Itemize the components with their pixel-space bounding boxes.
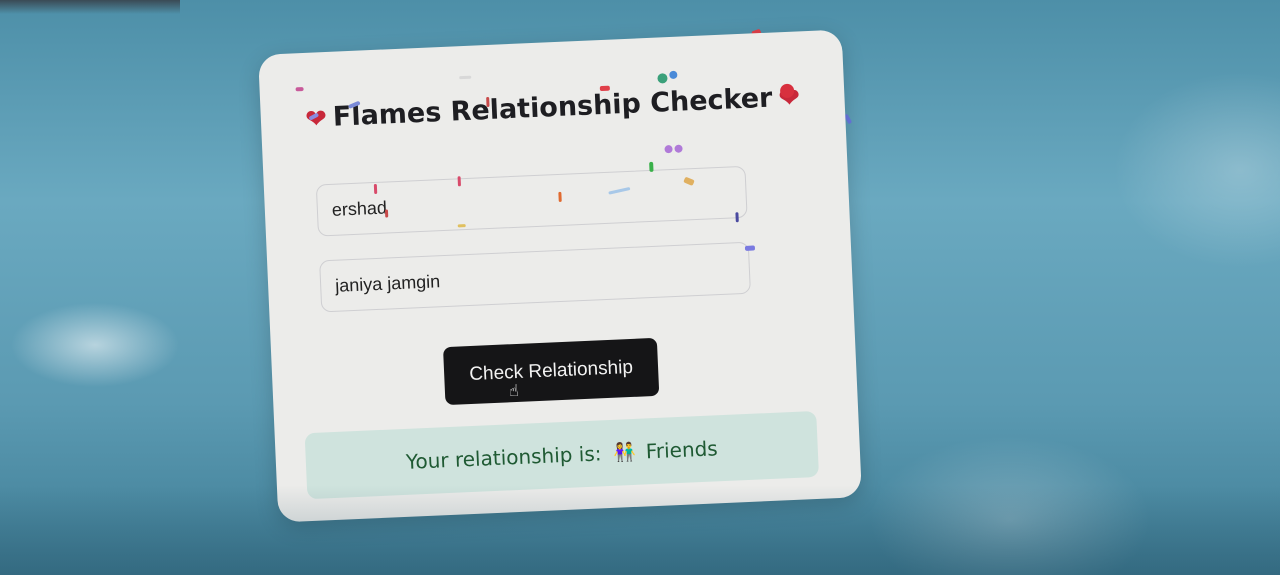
confetti-piece [735,212,739,223]
confetti-piece [384,209,389,218]
flames-card: ❤Flames Relationship Checker❤ Check Rela… [258,29,862,523]
confetti-piece [599,85,610,92]
result-label: Your relationship is: [405,441,602,474]
friends-icon: 👫 [612,441,637,464]
confetti-piece [674,144,683,153]
confetti-piece [295,87,304,92]
name1-input[interactable] [315,165,748,237]
name2-input[interactable] [319,241,751,313]
confetti-piece [664,144,673,154]
confetti-piece [744,245,756,251]
confetti-piece [457,224,466,228]
check-relationship-button[interactable]: Check Relationship [442,337,660,406]
heart-icon: ❤ [304,103,328,135]
page-title: ❤ Flames Relationship Checker ❤ [260,79,845,136]
confetti-piece [459,75,472,80]
screen-shade [0,485,1280,575]
confetti-piece [457,176,461,187]
confetti-piece [657,73,668,84]
window-edge [0,0,180,14]
confetti-piece [649,161,654,172]
confetti-piece [373,183,378,195]
hand-cursor-icon: ☝ [508,380,520,401]
confetti-piece [669,70,678,80]
confetti-piece [486,96,490,108]
result-value: Friends [645,436,719,464]
confetti-piece [558,191,562,202]
title-text: Flames Relationship Checker [332,82,774,133]
